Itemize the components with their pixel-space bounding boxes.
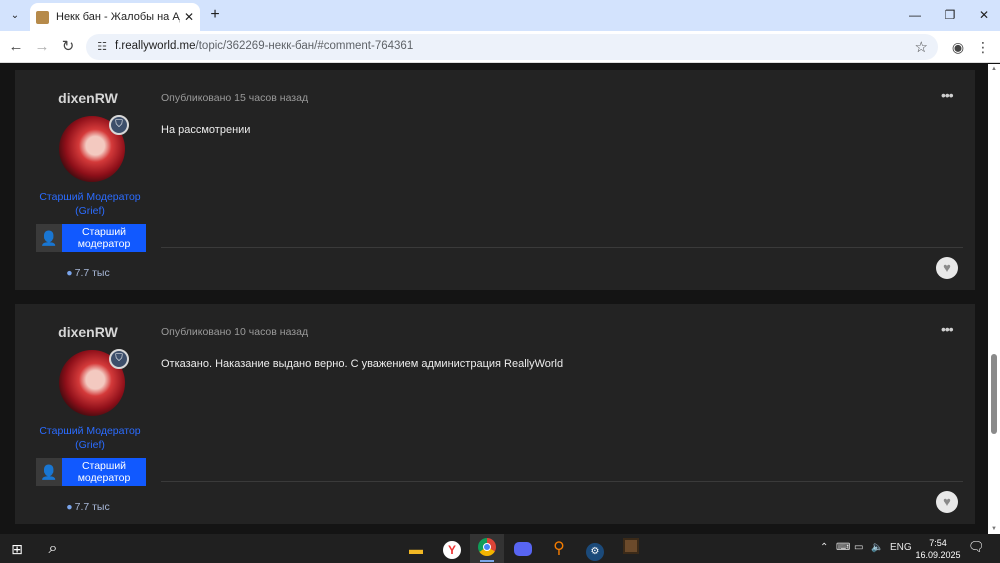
tab-search-button[interactable]: ⌄ (4, 5, 26, 25)
volume-icon[interactable]: 🔈 (871, 542, 883, 553)
post-body: На рассмотрении (161, 124, 251, 136)
bookmark-star-icon[interactable]: ☆ (915, 38, 928, 56)
input-method-icon[interactable]: ⌨ (836, 542, 850, 553)
address-bar[interactable]: ☷ f.reallyworld.me/topic/362269-некк-бан… (86, 34, 938, 60)
minimize-window-icon[interactable]: — (905, 6, 925, 24)
author-name[interactable]: dixenRW (15, 90, 161, 106)
back-icon[interactable]: ← (6, 37, 26, 57)
comment-bubble-icon: ● (66, 501, 73, 513)
browser-menu-icon[interactable]: ⋮ (975, 37, 991, 57)
post-body: Отказано. Наказание выдано верно. С уваж… (161, 358, 564, 370)
author-role: Старший Модератор (Grief) (39, 191, 141, 217)
search-app-icon[interactable]: ⚲ (548, 538, 570, 560)
group-user-icon: 👤 (36, 458, 62, 486)
group-badge: 👤 Старший модератор (36, 458, 146, 486)
windows-start-icon[interactable]: ⊞ (6, 538, 28, 560)
url-host: f.reallyworld.me (115, 40, 196, 52)
reputation-count: ● 7.7 тыс (15, 501, 161, 513)
tray-chevron-up-icon[interactable]: ⌃ (820, 542, 828, 553)
browser-tab[interactable]: Некк бан - Жалобы на Админ ✕ (30, 3, 200, 31)
notifications-icon[interactable]: 🗨 (968, 539, 985, 555)
group-badge: 👤 Старший модератор (36, 224, 146, 252)
group-label: Старший модератор (62, 458, 146, 486)
minecraft-icon[interactable] (620, 538, 642, 560)
language-indicator[interactable]: ENG (890, 542, 912, 553)
reload-icon[interactable]: ↻ (58, 37, 78, 57)
scroll-thumb[interactable] (991, 354, 997, 434)
url-path: /topic/362269-некк-бан/#comment-764361 (195, 40, 414, 52)
clock-time: 7:54 (929, 538, 947, 548)
yandex-browser-icon[interactable]: Y (441, 538, 463, 560)
active-app-indicator (480, 560, 494, 562)
profile-icon[interactable]: ◉ (948, 37, 968, 57)
like-heart-icon[interactable]: ♥ (936, 257, 958, 279)
chrome-icon[interactable] (476, 538, 498, 560)
taskbar: ⊞ ⌕ ▬ Y ⚲ ⚙ ⌃ ⌨ ▭ 🔈 ENG 7:54 16.09.2025 … (0, 534, 1000, 563)
post-date[interactable]: Опубликовано 10 часов назад (161, 326, 308, 338)
tab-bar: ⌄ Некк бан - Жалобы на Админ ✕ + — ❐ ✕ (0, 0, 1000, 31)
site-info-icon[interactable]: ☷ (94, 39, 110, 55)
page-scrollbar[interactable]: ▲ ▼ (988, 64, 1000, 534)
reputation-value: 7.7 тыс (74, 501, 110, 513)
file-explorer-icon[interactable]: ▬ (405, 538, 427, 560)
url-text[interactable]: f.reallyworld.me/topic/362269-некк-бан/#… (115, 40, 413, 52)
discord-icon[interactable] (512, 538, 534, 560)
like-heart-icon[interactable]: ♥ (936, 491, 958, 513)
moderator-shield-icon: ⛉ (109, 115, 129, 135)
post-divider (161, 481, 963, 482)
author-name[interactable]: dixenRW (15, 324, 161, 340)
site-favicon-icon (36, 10, 49, 24)
page-content: dixenRW ⛉ Старший Модератор (Grief) 👤 Ст… (0, 64, 1000, 534)
group-user-icon: 👤 (36, 224, 62, 252)
clock[interactable]: 7:54 16.09.2025 (912, 537, 964, 561)
close-window-icon[interactable]: ✕ (974, 6, 994, 24)
more-options-icon[interactable]: ••• (941, 321, 954, 337)
chevron-down-icon: ⌄ (10, 9, 20, 21)
comment-post: dixenRW ⛉ Старший Модератор (Grief) 👤 Ст… (15, 70, 975, 290)
comment-post: dixenRW ⛉ Старший Модератор (Grief) 👤 Ст… (15, 304, 975, 524)
scroll-up-icon[interactable]: ▲ (991, 66, 997, 72)
group-label: Старший модератор (62, 224, 146, 252)
scroll-down-icon[interactable]: ▼ (991, 526, 997, 532)
reputation-count: ● 7.7 тыс (15, 267, 161, 279)
tab-title: Некк бан - Жалобы на Админ (56, 11, 180, 23)
close-tab-icon[interactable]: ✕ (184, 10, 194, 24)
network-icon[interactable]: ▭ (854, 542, 863, 553)
restore-window-icon[interactable]: ❐ (940, 6, 960, 24)
new-tab-button[interactable]: + (206, 5, 224, 25)
reputation-value: 7.7 тыс (74, 267, 110, 279)
clock-date: 16.09.2025 (915, 550, 961, 560)
steam-icon[interactable]: ⚙ (584, 538, 606, 561)
post-date[interactable]: Опубликовано 15 часов назад (161, 92, 308, 104)
post-divider (161, 247, 963, 248)
search-icon[interactable]: ⌕ (42, 538, 64, 560)
browser-toolbar: ← → ↻ ☷ f.reallyworld.me/topic/362269-не… (0, 31, 1000, 63)
comment-bubble-icon: ● (66, 267, 73, 279)
moderator-shield-icon: ⛉ (109, 349, 129, 369)
forward-icon[interactable]: → (32, 37, 52, 57)
more-options-icon[interactable]: ••• (941, 87, 954, 103)
author-role: Старший Модератор (Grief) (39, 425, 141, 451)
